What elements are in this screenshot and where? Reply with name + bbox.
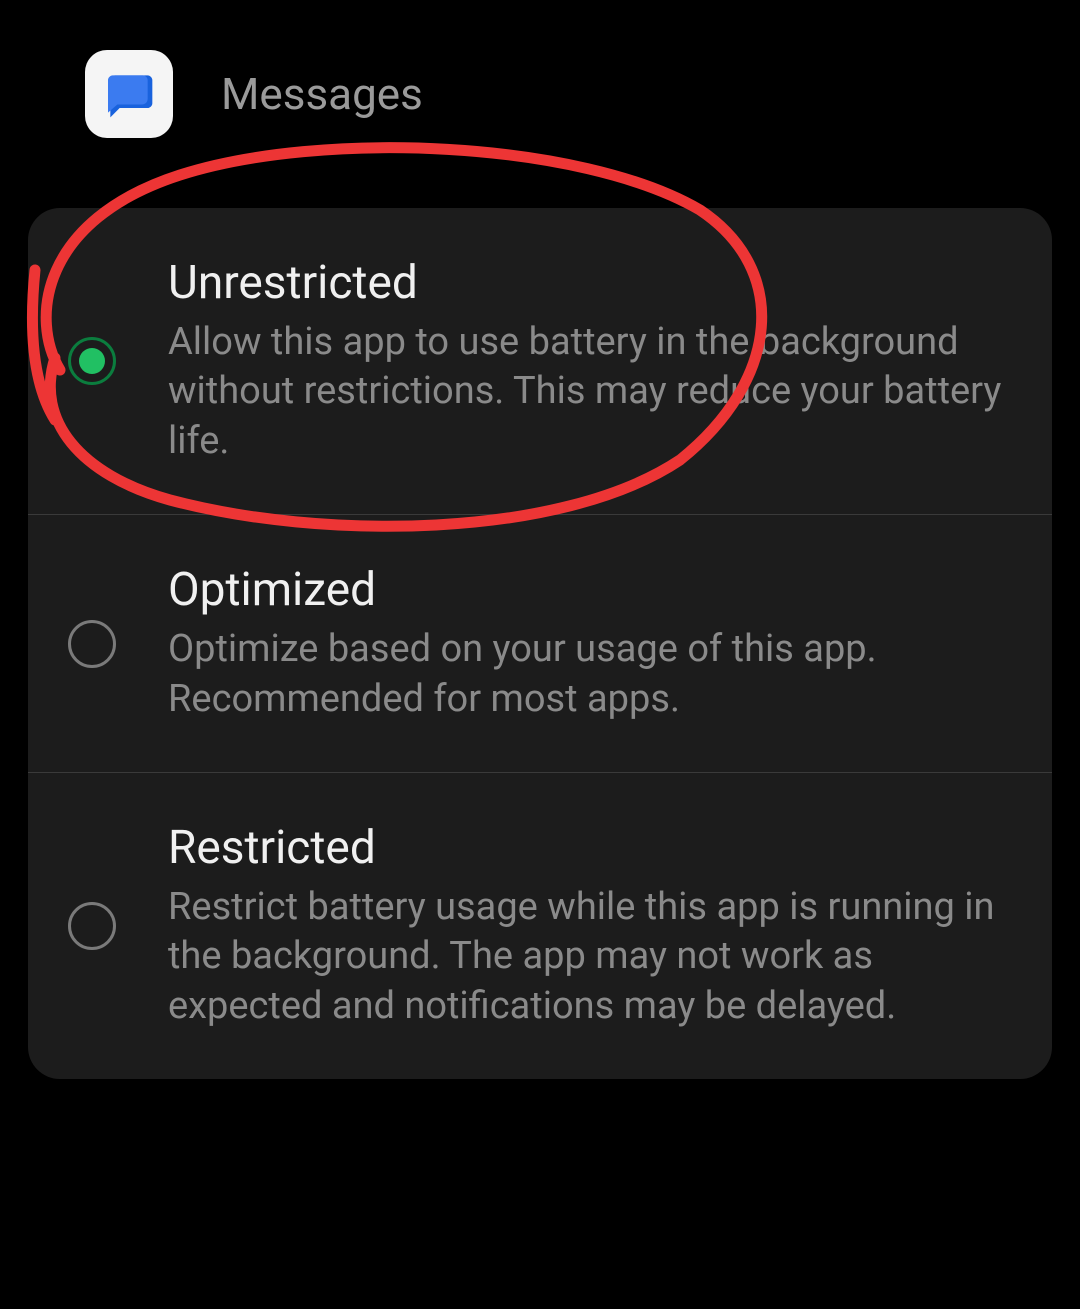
option-content: Unrestricted Allow this app to use batte… xyxy=(168,256,1012,466)
app-name-label: Messages xyxy=(221,68,423,120)
option-title: Unrestricted xyxy=(168,256,1012,310)
option-description: Restrict battery usage while this app is… xyxy=(168,883,1012,1031)
radio-unrestricted[interactable] xyxy=(68,337,116,385)
radio-optimized[interactable] xyxy=(68,620,116,668)
battery-options-card: Unrestricted Allow this app to use batte… xyxy=(28,208,1052,1079)
option-unrestricted[interactable]: Unrestricted Allow this app to use batte… xyxy=(28,208,1052,515)
option-description: Allow this app to use battery in the bac… xyxy=(168,318,1012,466)
option-title: Optimized xyxy=(168,563,1012,617)
option-content: Optimized Optimize based on your usage o… xyxy=(168,563,1012,724)
messages-app-icon xyxy=(85,50,173,138)
app-header: Messages xyxy=(0,0,1080,178)
option-content: Restricted Restrict battery usage while … xyxy=(168,821,1012,1031)
option-title: Restricted xyxy=(168,821,1012,875)
option-description: Optimize based on your usage of this app… xyxy=(168,625,1012,724)
option-restricted[interactable]: Restricted Restrict battery usage while … xyxy=(28,773,1052,1079)
messages-icon xyxy=(101,66,157,122)
radio-restricted[interactable] xyxy=(68,902,116,950)
option-optimized[interactable]: Optimized Optimize based on your usage o… xyxy=(28,515,1052,773)
